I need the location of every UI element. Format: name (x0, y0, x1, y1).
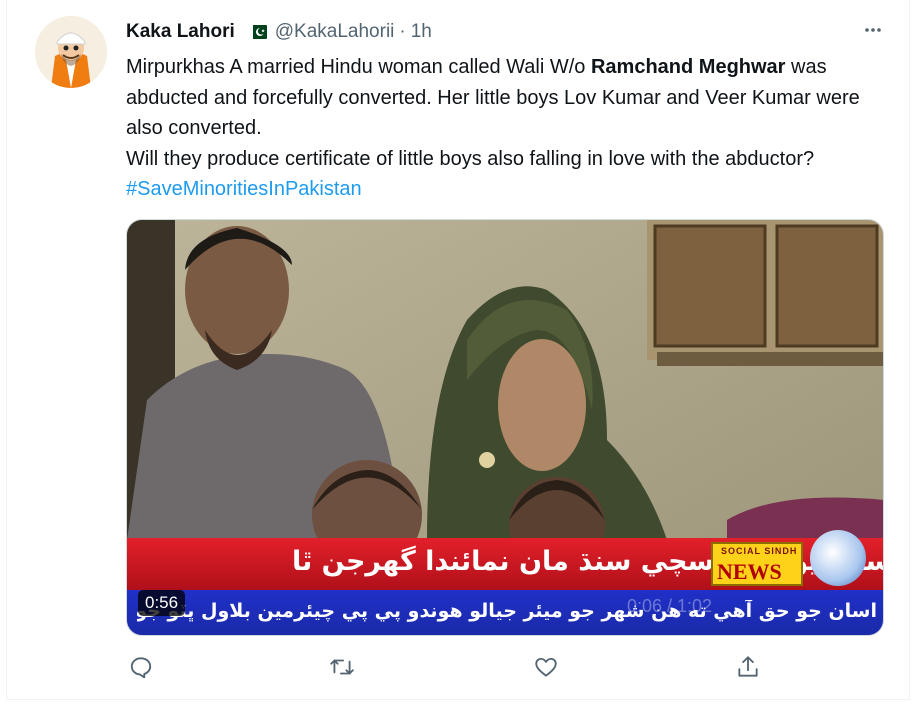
tweet-text-bold: Ramchand Meghwar (590, 56, 786, 78)
reply-icon (130, 657, 152, 679)
separator-dot: · (399, 21, 406, 42)
author-handle[interactable]: @KakaLahorii (275, 21, 395, 43)
tweet-timestamp[interactable]: 1h (411, 21, 432, 43)
reply-button[interactable] (124, 650, 158, 684)
tweet-text-line3: Will they produce certificate of little … (126, 147, 815, 170)
tweet-text-part1: Mirpurkhas A married Hindu woman called … (126, 56, 591, 78)
share-button[interactable] (731, 650, 765, 684)
tweet-text: Mirpurkhas A married Hindu woman called … (126, 52, 886, 205)
video-progress-overlay: 0:06 / 1:02 (627, 596, 713, 616)
heart-icon (535, 657, 557, 677)
news-logo-word: NEWS (717, 559, 782, 584)
retweet-button[interactable] (325, 650, 359, 684)
more-horizontal-icon (865, 28, 881, 32)
channel-globe-icon (810, 530, 866, 586)
tweet-actions (126, 650, 766, 684)
video-duration-badge: 0:56 (138, 590, 186, 616)
avatar[interactable] (35, 16, 107, 88)
news-logo: SOCIAL SINDH NEWS (711, 542, 803, 586)
tweet-card[interactable]: Kaka Lahori @KakaLahorii · 1h Mirpurkhas… (6, 0, 910, 700)
like-button[interactable] (529, 650, 563, 684)
pakistan-flag-icon (248, 25, 267, 39)
more-options-button[interactable] (859, 16, 887, 44)
hashtag-link[interactable]: #SaveMinoritiesInPakistan (126, 178, 362, 200)
author-name[interactable]: Kaka Lahori (126, 21, 235, 43)
retweet-icon (330, 659, 354, 675)
avatar-cartoon-icon (35, 16, 107, 88)
video-player[interactable]: سوشل سنڌ نيوز کي سچي سنڌ مان نمائندا گهر… (126, 219, 884, 636)
tweet-header: Kaka Lahori @KakaLahorii · 1h (126, 18, 432, 46)
share-icon (738, 656, 758, 677)
news-logo-small: SOCIAL SINDH (721, 546, 798, 556)
ticker-text: اسان جو حق آهي ته هن شهر جو ميئر جيالو ه… (137, 600, 877, 622)
